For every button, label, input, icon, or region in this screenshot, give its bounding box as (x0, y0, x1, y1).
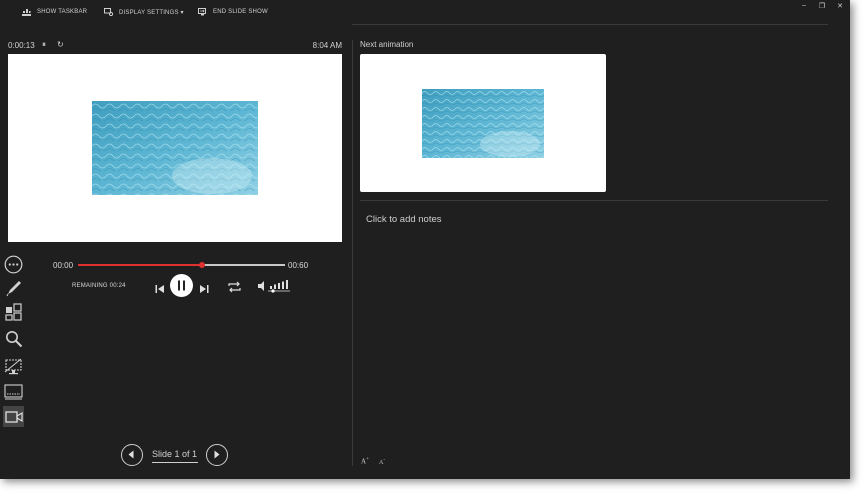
end-slide-show-label: END SLIDE SHOW (213, 9, 268, 15)
media-time-start: 00:00 (53, 261, 74, 270)
next-track-icon[interactable] (199, 281, 209, 299)
water-video[interactable] (92, 101, 258, 195)
minimize-button[interactable]: ‒ (798, 2, 810, 9)
volume-icon (258, 280, 290, 293)
pen-icon (6, 280, 21, 296)
next-slide-button[interactable] (206, 444, 228, 466)
close-button[interactable]: ✕ (834, 2, 846, 10)
previous-track-icon[interactable] (155, 281, 165, 299)
next-animation-label: Next animation (360, 40, 414, 49)
top-toolbar: SHOW TASKBAR DISPLAY SETTINGS ▾ END SLID… (0, 0, 850, 26)
end-show-icon (198, 8, 207, 16)
loop-icon[interactable] (227, 280, 242, 298)
next-slide-preview (360, 54, 606, 192)
camera-button[interactable] (3, 406, 24, 427)
more-options-button[interactable] (3, 254, 24, 275)
show-taskbar-button[interactable]: SHOW TASKBAR (22, 8, 87, 16)
zoom-button[interactable] (3, 328, 24, 349)
pane-divider (352, 40, 353, 466)
current-slide[interactable] (8, 54, 342, 242)
pause-icon (178, 280, 185, 291)
grid-slides-icon (4, 302, 22, 321)
decrease-font-button[interactable]: A- (379, 458, 385, 466)
notes-divider (360, 200, 828, 201)
speaker-notes-area[interactable]: Click to add notes (366, 214, 442, 225)
next-arrow-icon (214, 450, 220, 459)
more-options-icon (4, 255, 23, 274)
end-slide-show-button[interactable]: END SLIDE SHOW (198, 8, 268, 16)
media-progress-bar[interactable] (78, 262, 285, 268)
media-time-end: 00:60 (288, 261, 309, 270)
display-settings-label: DISPLAY SETTINGS ▾ (119, 9, 184, 16)
reset-timer-button[interactable]: ↻ (57, 40, 64, 49)
screen-slash-icon (4, 358, 22, 374)
water-video-preview (422, 89, 544, 158)
pause-timer-button[interactable]: ⏸ (42, 40, 46, 50)
video-camera-icon (4, 410, 23, 423)
see-all-slides-button[interactable] (3, 301, 24, 322)
pen-tool-button[interactable] (3, 277, 24, 298)
previous-arrow-icon (128, 450, 134, 459)
previous-slide-button[interactable] (121, 444, 143, 466)
magnifier-icon (5, 330, 22, 347)
subtitles-icon (4, 383, 23, 399)
toolbar-divider (352, 24, 828, 25)
display-settings-button[interactable]: DISPLAY SETTINGS ▾ (104, 8, 184, 16)
increase-font-button[interactable]: A+ (361, 457, 369, 465)
show-taskbar-label: SHOW TASKBAR (37, 9, 88, 15)
slide-counter-underline (152, 462, 198, 463)
subtitles-button[interactable] (3, 381, 24, 402)
display-settings-icon (104, 8, 113, 16)
current-time: 8:04 AM (312, 41, 342, 50)
black-screen-button[interactable] (3, 356, 24, 377)
restore-button[interactable]: ❐ (816, 2, 828, 10)
media-progress-fill (78, 264, 203, 266)
elapsed-timer: 0:00:13 (8, 41, 35, 50)
pause-button[interactable] (170, 274, 193, 297)
volume-control[interactable] (257, 279, 293, 298)
media-progress-thumb[interactable] (199, 262, 206, 268)
presenter-view-window: SHOW TASKBAR DISPLAY SETTINGS ▾ END SLID… (0, 0, 850, 479)
slide-counter[interactable]: Slide 1 of 1 (152, 449, 197, 459)
taskbar-icon (22, 8, 31, 16)
remaining-time: REMAINING 00:24 (72, 283, 126, 289)
